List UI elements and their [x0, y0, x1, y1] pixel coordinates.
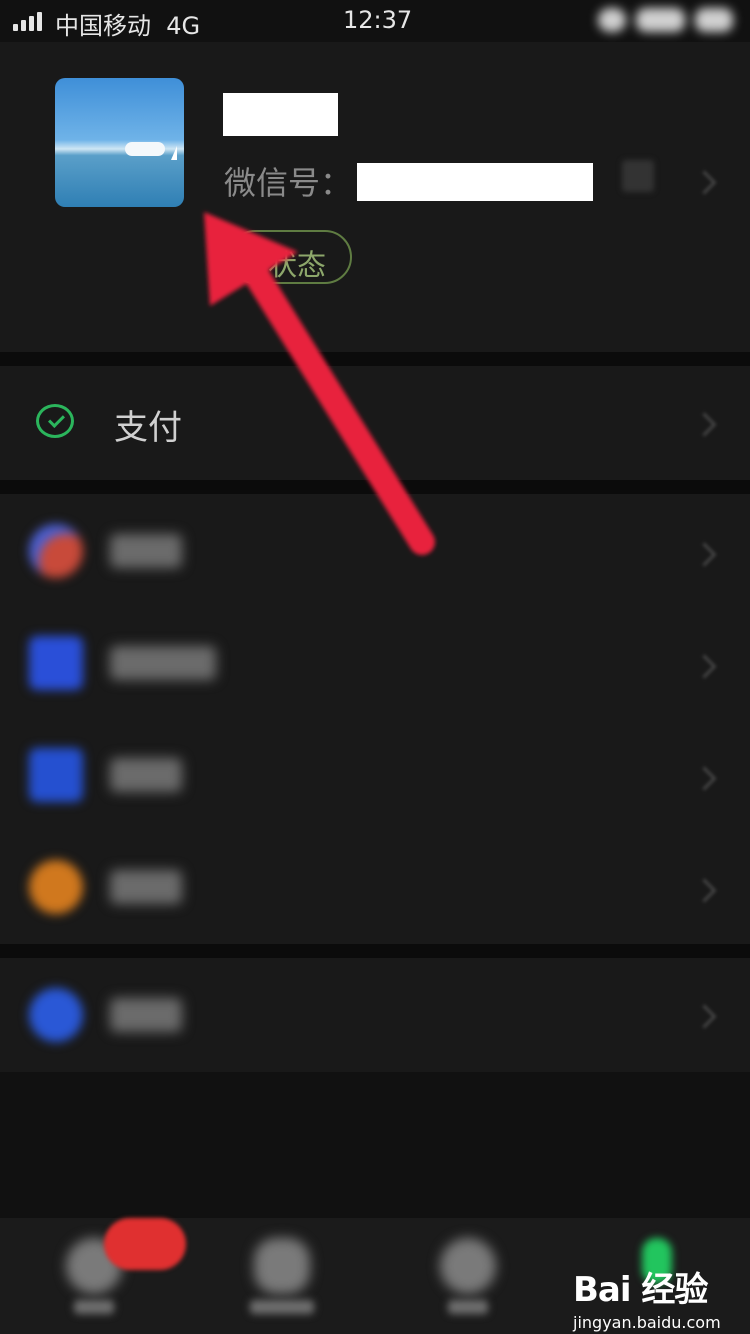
tab-discover-label	[448, 1300, 488, 1314]
nickname-redacted	[223, 93, 338, 136]
battery-icon	[598, 6, 733, 34]
status-bar: 中国移动 4G 12:37	[0, 0, 750, 42]
signal-strength-icon	[13, 11, 42, 31]
menu-item-label	[110, 758, 182, 792]
watermark-url: jingyan.baidu.com	[573, 1313, 721, 1332]
wechat-pay-icon	[36, 404, 74, 438]
cards-icon	[29, 748, 83, 802]
status-button-label: 状态	[268, 248, 327, 282]
chevron-right-icon	[692, 542, 717, 567]
menu-item-label	[110, 534, 182, 568]
watermark: Bai 经验 jingyan.baidu.com	[573, 1262, 721, 1332]
stickers-icon	[29, 860, 83, 914]
menu-item-settings[interactable]	[0, 958, 750, 1072]
network-type: 4G	[166, 12, 201, 40]
section-divider	[0, 480, 750, 494]
menu-item-pay-label: 支付	[114, 408, 182, 448]
chevron-right-icon	[692, 654, 717, 679]
menu-item-label	[110, 998, 182, 1032]
menu-group-blurred	[0, 494, 750, 944]
carrier-name: 中国移动	[55, 12, 151, 40]
watermark-brand: Bai 经验	[573, 1270, 708, 1310]
clock: 12:37	[343, 6, 413, 34]
tab-chats-label	[74, 1300, 114, 1314]
qr-code-icon[interactable]	[622, 160, 654, 192]
tab-contacts-label	[250, 1300, 314, 1314]
profile-header[interactable]: 微信号： 状态	[0, 42, 750, 352]
unread-badge	[104, 1218, 186, 1270]
section-divider	[0, 944, 750, 958]
section-divider	[0, 352, 750, 366]
menu-item-pay[interactable]: 支付	[0, 366, 750, 480]
status-button[interactable]: 状态	[228, 230, 352, 284]
chevron-right-icon	[692, 412, 717, 437]
sailboat-shape	[171, 146, 177, 160]
chevron-right-icon	[692, 170, 717, 195]
wechat-id-label: 微信号：	[224, 164, 353, 202]
chevron-right-icon	[692, 1004, 717, 1029]
favorites-icon	[29, 524, 83, 578]
tab-contacts-icon[interactable]	[254, 1238, 310, 1294]
chevron-right-icon	[692, 878, 717, 903]
chevron-right-icon	[692, 766, 717, 791]
wechat-id-redacted	[357, 163, 593, 201]
carrier-label: 中国移动 4G	[55, 6, 200, 41]
menu-item-label	[110, 870, 182, 904]
tab-discover-icon[interactable]	[440, 1238, 496, 1294]
settings-icon	[29, 988, 83, 1042]
avatar[interactable]	[55, 78, 184, 207]
cloud-shape	[125, 142, 165, 156]
menu-item-label	[110, 646, 216, 680]
moments-icon	[29, 636, 83, 690]
